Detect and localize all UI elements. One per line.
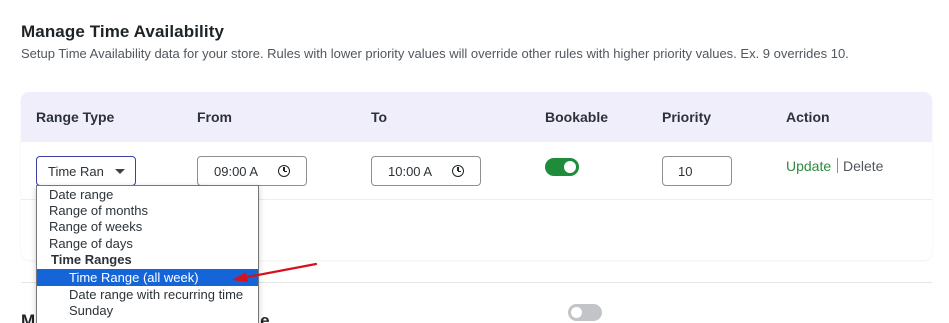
option-time-range-all-week[interactable]: Time Range (all week) bbox=[69, 269, 199, 286]
column-header-action: Action bbox=[786, 109, 830, 125]
to-time-input[interactable]: 10:00 A bbox=[371, 156, 481, 186]
option-range-of-days[interactable]: Range of days bbox=[49, 236, 133, 252]
option-sunday[interactable]: Sunday bbox=[69, 303, 113, 319]
range-type-select-value: Time Ran bbox=[48, 164, 104, 179]
column-header-to: To bbox=[371, 109, 388, 125]
range-type-dropdown-list: Date range Range of months Range of week… bbox=[36, 185, 259, 323]
option-range-of-months[interactable]: Range of months bbox=[49, 203, 148, 219]
option-range-of-weeks[interactable]: Range of weeks bbox=[49, 219, 142, 235]
chevron-down-icon bbox=[115, 169, 125, 174]
priority-input[interactable]: 10 bbox=[662, 156, 732, 186]
column-header-from: From bbox=[197, 109, 232, 125]
column-header-range-type: Range Type bbox=[36, 109, 115, 125]
bookable-toggle[interactable] bbox=[545, 158, 579, 176]
toggle-knob bbox=[571, 307, 582, 318]
column-header-bookable: Bookable bbox=[545, 109, 609, 125]
clock-icon[interactable] bbox=[278, 165, 290, 177]
red-arrow-annotation-icon bbox=[232, 262, 318, 282]
page-title: Manage Time Availability bbox=[21, 22, 225, 41]
column-header-priority: Priority bbox=[662, 109, 712, 125]
toggle-knob bbox=[564, 161, 576, 173]
from-time-value: 09:00 A bbox=[214, 164, 259, 179]
option-date-range-recurring[interactable]: Date range with recurring time bbox=[69, 287, 243, 303]
section-label-start: M bbox=[21, 311, 36, 323]
action-separator bbox=[837, 158, 838, 173]
page-description: Setup Time Availability data for your st… bbox=[21, 46, 849, 61]
section-toggle[interactable] bbox=[568, 304, 602, 321]
table-header: Range Type From To Bookable Priority Act… bbox=[21, 92, 932, 142]
optgroup-time-ranges: Time Ranges bbox=[51, 252, 132, 267]
priority-value: 10 bbox=[678, 164, 693, 179]
delete-link[interactable]: Delete bbox=[843, 158, 883, 174]
update-link[interactable]: Update bbox=[786, 158, 831, 174]
section-label-end: e bbox=[260, 311, 270, 323]
to-time-value: 10:00 A bbox=[388, 164, 433, 179]
range-type-select[interactable]: Time Ran bbox=[36, 156, 136, 186]
option-date-range[interactable]: Date range bbox=[49, 187, 113, 203]
clock-icon[interactable] bbox=[452, 165, 464, 177]
from-time-input[interactable]: 09:00 A bbox=[197, 156, 307, 186]
